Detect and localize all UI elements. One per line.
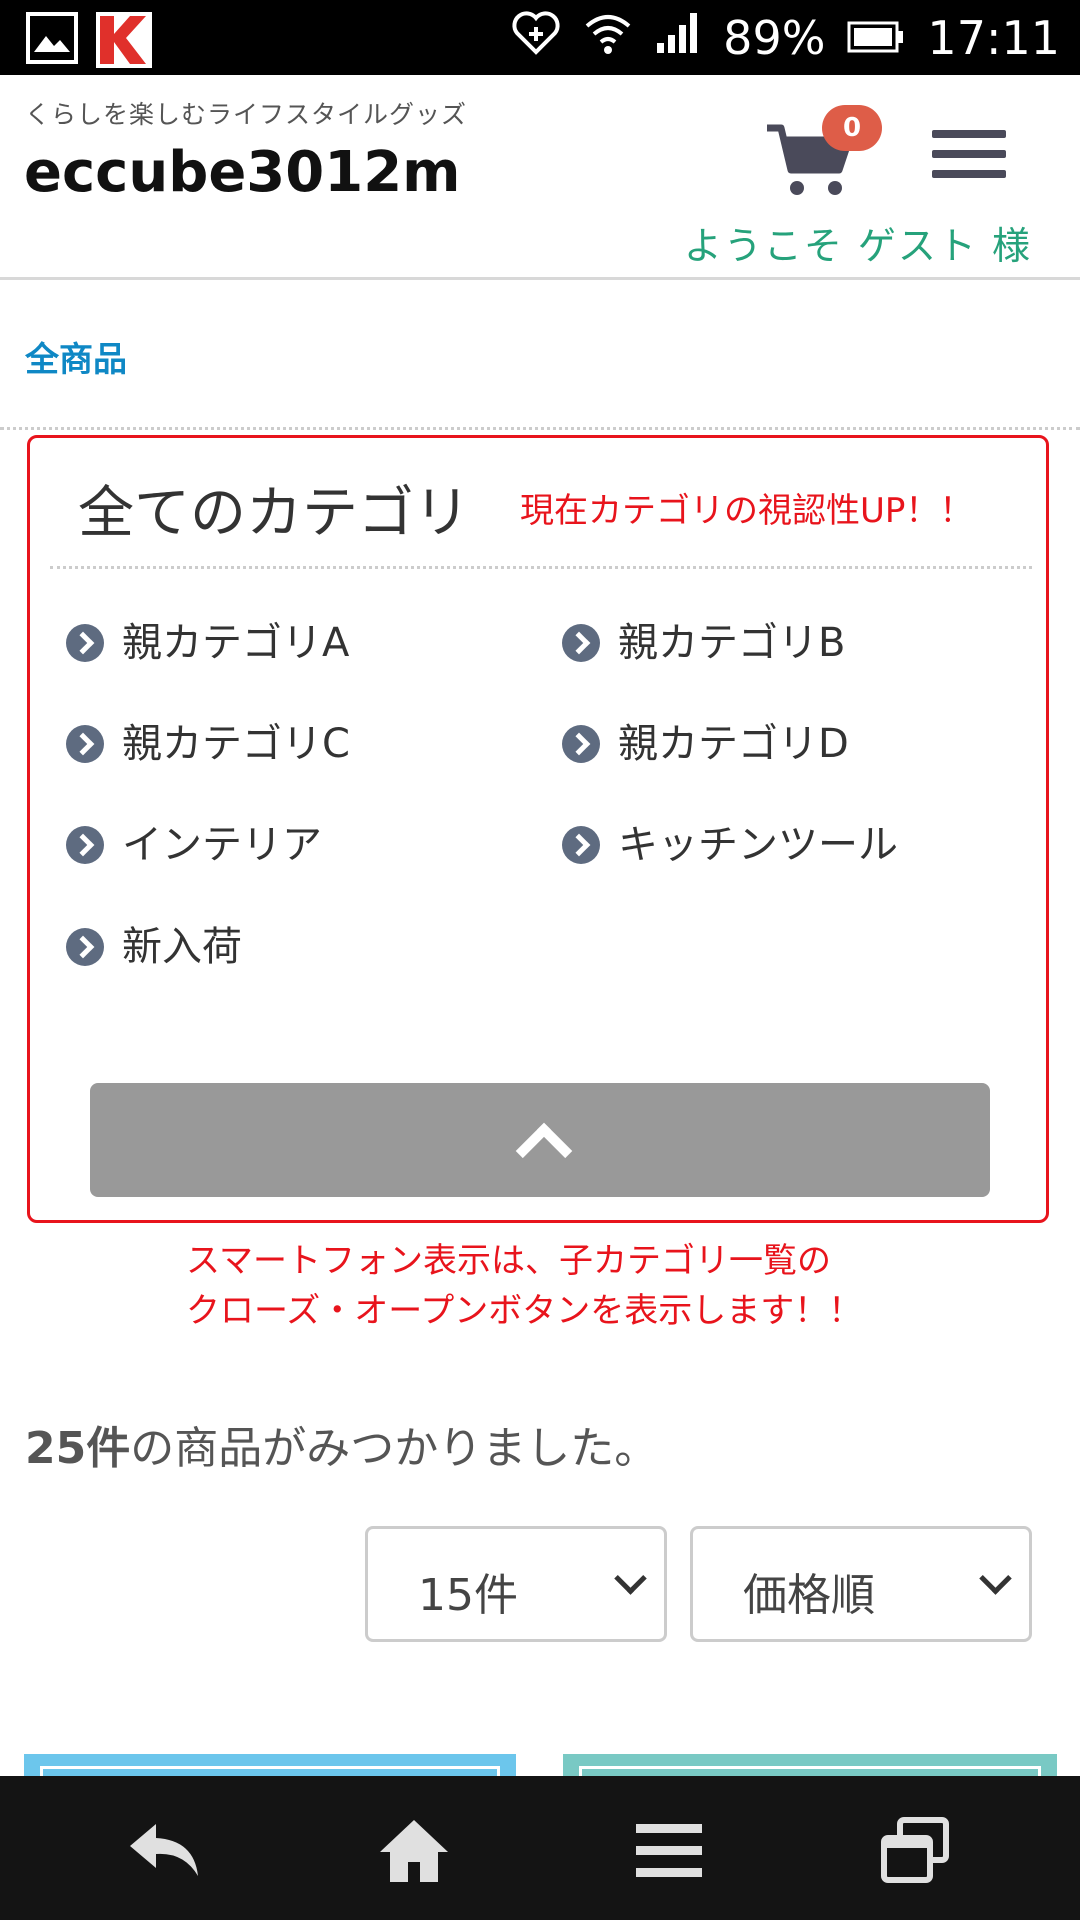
breadcrumb-all-products[interactable]: 全商品 xyxy=(25,332,127,381)
category-item-label: インテリア xyxy=(122,822,322,868)
gallery-notification-icon xyxy=(26,12,78,64)
home-icon[interactable] xyxy=(374,1816,454,1886)
kaspersky-notification-icon xyxy=(96,12,152,68)
android-nav-bar xyxy=(0,1776,1080,1920)
category-item-label: 親カテゴリD xyxy=(618,721,849,767)
cart-count-badge[interactable]: 0 xyxy=(822,105,882,151)
battery-percent: 89% xyxy=(723,11,826,65)
category-box-title: 全てのカテゴリ xyxy=(78,481,470,546)
back-icon[interactable] xyxy=(126,1816,206,1886)
site-title[interactable]: eccube3012m xyxy=(24,140,461,205)
category-item-label: キッチンツール xyxy=(618,822,898,868)
chevron-up-icon xyxy=(515,1122,573,1180)
signal-icon xyxy=(655,11,701,66)
clock: 17:11 xyxy=(927,11,1060,65)
smartphone-note: スマートフォン表示は、子カテゴリ一覧の クローズ・オープンボタンを表示します！！ xyxy=(186,1236,862,1336)
category-box: 全てのカテゴリ 現在カテゴリの視認性UP！！ 親カテゴリA 親カテゴリB 親カテ… xyxy=(27,435,1049,1223)
category-collapse-button[interactable] xyxy=(90,1083,990,1197)
battery-icon xyxy=(847,11,905,65)
chevron-down-icon xyxy=(614,1562,647,1595)
per-page-value: 15件 xyxy=(418,1570,518,1621)
category-item-label: 親カテゴリC xyxy=(122,721,350,767)
health-heart-icon xyxy=(511,8,561,69)
chevron-right-circle-icon xyxy=(66,826,104,864)
chevron-down-icon xyxy=(979,1562,1012,1595)
chevron-right-circle-icon xyxy=(66,725,104,763)
menu-icon[interactable] xyxy=(632,1816,712,1886)
result-count: 25件の商品がみつかりました。 xyxy=(25,1412,658,1476)
chevron-right-circle-icon xyxy=(66,624,104,662)
result-count-text: の商品がみつかりました。 xyxy=(130,1423,659,1474)
chevron-right-circle-icon xyxy=(562,624,600,662)
category-item-label: 新入荷 xyxy=(122,924,242,970)
chevron-right-circle-icon xyxy=(562,725,600,763)
chevron-right-circle-icon xyxy=(562,826,600,864)
per-page-select[interactable]: 15件 xyxy=(365,1526,667,1642)
site-header: くらしを楽しむライフスタイルグッズ eccube3012m 0 ようこそ ゲスト… xyxy=(0,75,1080,280)
wifi-icon xyxy=(583,10,633,67)
smartphone-note-line1: スマートフォン表示は、子カテゴリ一覧の xyxy=(186,1241,831,1281)
menu-hamburger-icon[interactable] xyxy=(932,130,1006,178)
result-count-number: 25件 xyxy=(25,1423,131,1474)
sort-select[interactable]: 価格順 xyxy=(690,1526,1032,1642)
category-divider xyxy=(50,566,1032,569)
smartphone-note-line2: クローズ・オープンボタンを表示します！！ xyxy=(186,1291,863,1331)
welcome-message: ようこそ ゲスト 様 xyxy=(683,224,1032,268)
category-item-label: 親カテゴリB xyxy=(618,620,846,666)
chevron-right-circle-icon xyxy=(66,928,104,966)
status-bar: 89% 17:11 xyxy=(0,0,1080,75)
category-box-note: 現在カテゴリの視認性UP！！ xyxy=(520,491,974,531)
site-tagline: くらしを楽しむライフスタイルグッズ xyxy=(25,100,468,129)
recent-apps-icon[interactable] xyxy=(878,1816,958,1886)
category-item-label: 親カテゴリA xyxy=(122,620,350,666)
divider xyxy=(0,427,1080,430)
status-bar-right: 89% 17:11 xyxy=(511,8,1060,68)
sort-value: 価格順 xyxy=(743,1570,875,1621)
